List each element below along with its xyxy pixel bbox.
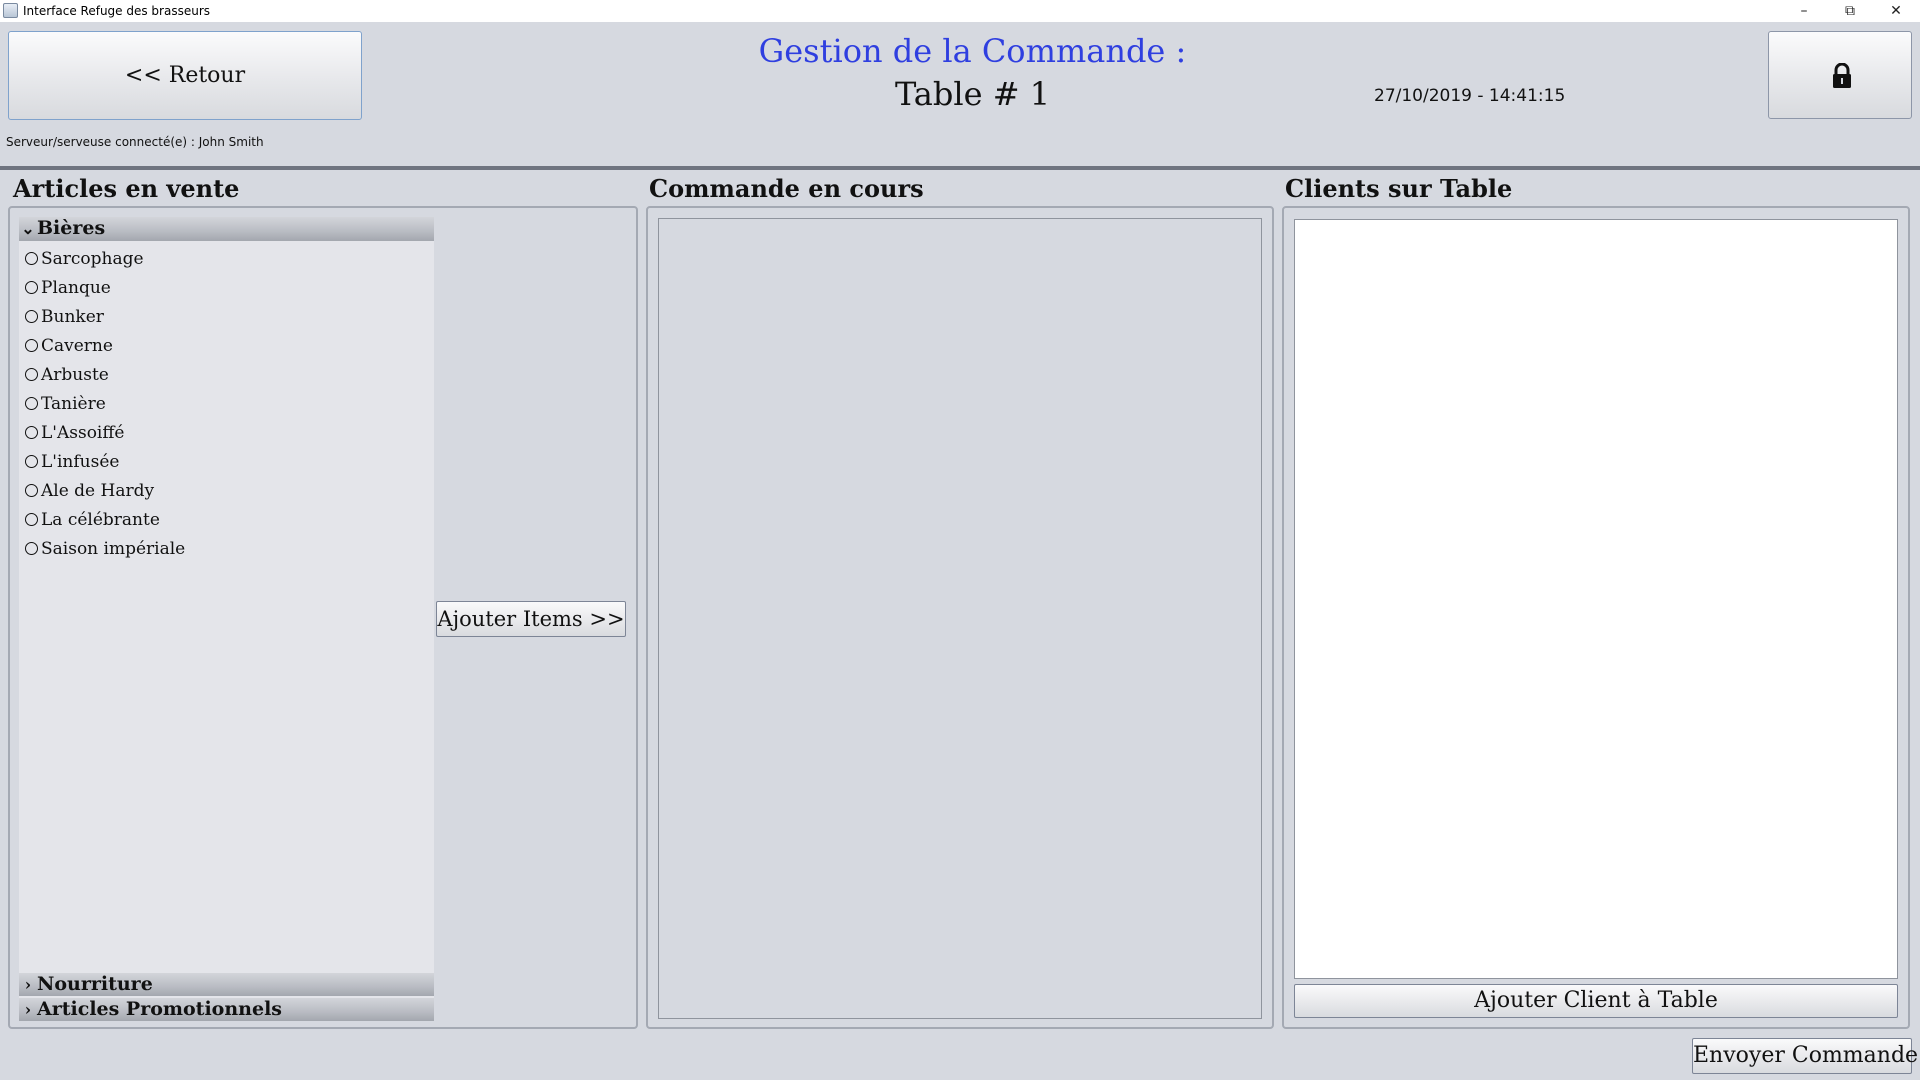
category-label: Nourriture (37, 973, 153, 995)
radio-icon[interactable] (25, 426, 38, 439)
restore-button[interactable]: ⧉ (1827, 0, 1873, 22)
header-divider (0, 166, 1920, 170)
item-label: Bunker (41, 307, 104, 327)
item-label: Caverne (41, 336, 113, 356)
item-label: La célébrante (41, 510, 160, 530)
add-items-button[interactable]: Ajouter Items >> (436, 601, 626, 637)
category-header-bieres[interactable]: ⌄ Bières (19, 217, 434, 241)
lock-button[interactable] (1768, 31, 1912, 119)
back-button[interactable]: << Retour (8, 31, 362, 120)
item-label: Planque (41, 278, 111, 298)
datetime-display: 27/10/2019 - 14:41:15 (1374, 86, 1566, 106)
list-item[interactable]: Caverne (25, 332, 425, 361)
radio-icon[interactable] (25, 484, 38, 497)
item-label: Ale de Hardy (41, 481, 155, 501)
list-item[interactable]: Tanière (25, 390, 425, 419)
category-label: Articles Promotionnels (37, 998, 282, 1020)
chevron-right-icon: › (24, 975, 32, 994)
radio-icon[interactable] (25, 513, 38, 526)
add-client-button[interactable]: Ajouter Client à Table (1294, 984, 1898, 1018)
order-title: Commande en cours (649, 174, 924, 203)
category-header-articles-promotionnels[interactable]: › Articles Promotionnels (19, 998, 434, 1021)
articles-title: Articles en vente (13, 174, 240, 203)
app-icon (3, 3, 18, 18)
radio-icon[interactable] (25, 368, 38, 381)
category-header-nourriture[interactable]: › Nourriture (19, 973, 434, 996)
send-order-button[interactable]: Envoyer Commande (1692, 1038, 1918, 1074)
item-label: Saison impériale (41, 539, 186, 559)
item-label: L'Assoiffé (41, 423, 125, 443)
table-label: Table # 1 (894, 75, 1051, 113)
item-label: Arbuste (41, 365, 109, 385)
list-item[interactable]: Ale de Hardy (25, 477, 425, 506)
list-item[interactable]: Saison impériale (25, 535, 425, 564)
order-list[interactable] (658, 218, 1262, 1019)
beer-list: Sarcophage Planque Bunker Caverne Arbust… (25, 245, 425, 564)
radio-icon[interactable] (25, 339, 38, 352)
clients-list[interactable] (1294, 219, 1898, 979)
radio-icon[interactable] (25, 455, 38, 468)
window-titlebar: Interface Refuge des brasseurs – ⧉ ✕ (0, 0, 1920, 22)
item-label: Tanière (41, 394, 106, 414)
list-item[interactable]: Planque (25, 274, 425, 303)
page-heading: Gestion de la Commande : (758, 32, 1187, 70)
list-item[interactable]: L'Assoiffé (25, 419, 425, 448)
list-item[interactable]: L'infusée (25, 448, 425, 477)
close-button[interactable]: ✕ (1873, 0, 1919, 22)
server-status: Serveur/serveuse connecté(e) : John Smit… (6, 135, 264, 149)
radio-icon[interactable] (25, 310, 38, 323)
list-item[interactable]: Sarcophage (25, 245, 425, 274)
item-label: L'infusée (41, 452, 120, 472)
lock-icon (1833, 63, 1851, 88)
chevron-right-icon: › (24, 1000, 32, 1019)
chevron-down-icon: ⌄ (21, 219, 35, 238)
list-item[interactable]: La célébrante (25, 506, 425, 535)
minimize-button[interactable]: – (1781, 0, 1827, 22)
radio-icon[interactable] (25, 542, 38, 555)
radio-icon[interactable] (25, 281, 38, 294)
window-title: Interface Refuge des brasseurs (23, 4, 211, 18)
clients-title: Clients sur Table (1285, 174, 1513, 203)
radio-icon[interactable] (25, 252, 38, 265)
radio-icon[interactable] (25, 397, 38, 410)
list-item[interactable]: Arbuste (25, 361, 425, 390)
list-item[interactable]: Bunker (25, 303, 425, 332)
category-label: Bières (37, 217, 106, 239)
item-label: Sarcophage (41, 249, 144, 269)
articles-tree: ⌄ Bières Sarcophage Planque Bunker Cavern… (19, 217, 434, 1021)
